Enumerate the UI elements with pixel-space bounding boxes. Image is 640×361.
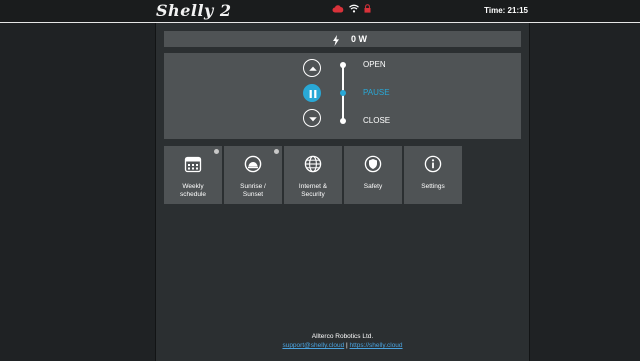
settings-tile[interactable]: Settings	[404, 146, 462, 204]
clock-time: Time: 21:15	[484, 6, 528, 15]
tile-label: Sunrise / Sunset	[240, 183, 266, 198]
cloud-icon	[332, 4, 344, 13]
lock-icon	[364, 4, 371, 13]
top-bar: Shelly 2 Time: 21:15	[0, 0, 640, 23]
pause-button[interactable]	[303, 84, 321, 102]
safety-tile[interactable]: Safety	[344, 146, 402, 204]
company-name: Allterco Robotics Ltd.	[311, 333, 374, 340]
track-dot-close	[340, 118, 346, 124]
indicator-dot	[274, 149, 279, 154]
tile-label: Safety	[363, 183, 383, 190]
status-icons	[332, 4, 371, 13]
open-label[interactable]: OPEN	[363, 60, 386, 69]
power-value: 0 W	[351, 34, 368, 44]
footer-links: support@shelly.cloud | https://shelly.cl…	[156, 341, 529, 350]
calendar-icon	[184, 155, 202, 178]
footer-separator: |	[346, 342, 348, 349]
globe-icon	[304, 155, 322, 178]
weekly-schedule-tile[interactable]: Weekly schedule	[164, 146, 222, 204]
track-dot-pause	[340, 90, 346, 96]
sunrise-icon	[244, 155, 262, 178]
menu-tiles: Weekly schedule Sunrise / Sunset Interne…	[164, 146, 462, 204]
shield-icon	[364, 155, 382, 178]
shelly-logo: Shelly 2	[156, 1, 232, 20]
roller-control: OPEN PAUSE CLOSE	[164, 53, 521, 139]
main-panel: 0 W OPEN PAUSE CLOSE Weekly schedule Sun…	[155, 23, 530, 361]
power-bar: 0 W	[164, 31, 521, 47]
tile-label: Settings	[421, 183, 445, 190]
tile-label: Weekly schedule	[179, 183, 207, 198]
close-label[interactable]: CLOSE	[363, 116, 390, 125]
tile-label: Internet & Security	[298, 183, 328, 198]
open-button[interactable]	[303, 59, 321, 77]
indicator-dot	[214, 149, 219, 154]
lightning-icon	[332, 33, 340, 51]
pause-icon	[309, 90, 317, 98]
track-dot-open	[340, 62, 346, 68]
info-icon	[424, 155, 442, 178]
close-button[interactable]	[303, 109, 321, 127]
footer: Allterco Robotics Ltd. support@shelly.cl…	[156, 332, 529, 350]
sunrise-sunset-tile[interactable]: Sunrise / Sunset	[224, 146, 282, 204]
support-email-link[interactable]: support@shelly.cloud	[282, 342, 344, 349]
website-link[interactable]: https://shelly.cloud	[350, 342, 403, 349]
internet-security-tile[interactable]: Internet & Security	[284, 146, 342, 204]
wifi-icon	[349, 4, 359, 13]
pause-label[interactable]: PAUSE	[363, 88, 390, 97]
arrow-up-icon	[309, 66, 317, 71]
arrow-down-icon	[309, 117, 317, 122]
